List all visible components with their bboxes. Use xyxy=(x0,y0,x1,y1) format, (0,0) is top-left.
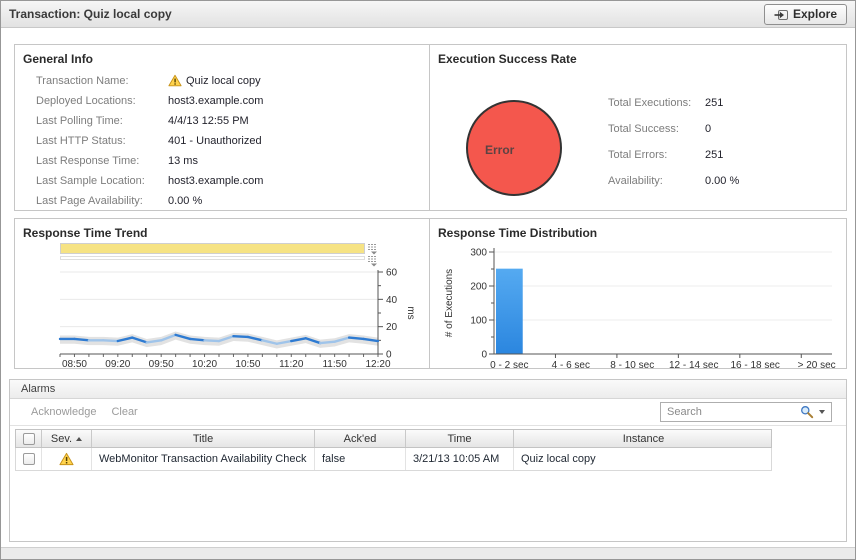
alarm-acked-cell: false xyxy=(315,448,406,470)
svg-text:0 - 2 sec: 0 - 2 sec xyxy=(490,360,528,371)
distribution-chart: 0 100 200 300 0 - 2 sec 4 - 6 sec 8 - 10 sec 12… xyxy=(438,244,838,376)
error-pie-chart: Error xyxy=(466,100,562,196)
select-all-checkbox[interactable] xyxy=(23,433,35,445)
stat-row: Total Errors:251 xyxy=(608,149,739,162)
svg-text:09:20: 09:20 xyxy=(105,359,130,370)
acknowledge-button[interactable]: Acknowledge xyxy=(31,406,96,418)
svg-text:40: 40 xyxy=(386,295,398,306)
column-header-severity[interactable]: Sev. xyxy=(42,430,92,447)
svg-text:0: 0 xyxy=(481,350,487,361)
svg-text:10:20: 10:20 xyxy=(192,359,217,370)
warning-icon xyxy=(168,74,182,87)
title-bar: Transaction: Quiz local copy Explore xyxy=(1,1,855,28)
svg-text:100: 100 xyxy=(470,316,487,327)
svg-text:8 - 10 sec: 8 - 10 sec xyxy=(610,360,654,371)
sort-ascending-icon xyxy=(76,437,82,441)
svg-text:12:20: 12:20 xyxy=(365,359,390,370)
alarms-wrap: Alarms Acknowledge Clear Sev. Title Ack'… xyxy=(1,369,855,542)
info-row: Last Page Availability:0.00 % xyxy=(36,194,421,207)
column-header-instance[interactable]: Instance xyxy=(514,430,773,447)
alarms-panel-title: Alarms xyxy=(10,380,846,399)
execution-success-panel: Execution Success Rate Error Total Execu… xyxy=(429,44,847,211)
column-header-title[interactable]: Title xyxy=(92,430,315,447)
response-time-trend-title: Response Time Trend xyxy=(23,226,421,240)
svg-text:60: 60 xyxy=(386,268,398,279)
stat-row: Availability:0.00 % xyxy=(608,175,739,188)
explore-button-label: Explore xyxy=(793,7,837,21)
svg-text:0: 0 xyxy=(386,350,392,361)
search-box xyxy=(660,402,832,422)
svg-text:12 - 14 sec: 12 - 14 sec xyxy=(669,360,718,371)
execution-success-title: Execution Success Rate xyxy=(438,52,838,66)
execution-stats: Total Executions:251 Total Success:0 Tot… xyxy=(608,97,739,201)
response-time-distribution-panel: Response Time Distribution 0 100 200 300 0 -… xyxy=(429,218,847,369)
svg-text:300: 300 xyxy=(470,248,487,259)
info-row-transaction-name: Transaction Name: Quiz local copy xyxy=(36,74,421,87)
explore-button[interactable]: Explore xyxy=(764,4,847,25)
column-header-acked[interactable]: Ack'ed xyxy=(315,430,406,447)
svg-text:200: 200 xyxy=(470,282,487,293)
info-row: Deployed Locations:host3.example.com xyxy=(36,94,421,107)
info-row: Last HTTP Status:401 - Unauthorized xyxy=(36,134,421,147)
explore-icon xyxy=(774,8,788,21)
svg-text:# of Executions: # of Executions xyxy=(444,269,455,337)
alarm-time-cell: 3/21/13 10:05 AM xyxy=(406,448,514,470)
trend-chart: 08:50 09:20 09:50 10:20 10:50 11:20 11:50 12:20… xyxy=(23,268,421,372)
svg-text:> 20 sec: > 20 sec xyxy=(798,360,836,371)
column-header-time[interactable]: Time xyxy=(406,430,514,447)
clear-button[interactable]: Clear xyxy=(111,406,137,418)
svg-text:16 - 18 sec: 16 - 18 sec xyxy=(730,360,779,371)
page-title: Transaction: Quiz local copy xyxy=(9,7,764,21)
pie-slice-label: Error xyxy=(485,143,514,157)
search-options-caret-icon[interactable] xyxy=(819,410,825,414)
window: Transaction: Quiz local copy Explore Gen… xyxy=(0,0,856,560)
alarms-table: Sev. Title Ack'ed Time Instance WebMonit… xyxy=(15,429,772,471)
stat-row: Total Success:0 xyxy=(608,123,739,136)
alarms-toolbar: Acknowledge Clear xyxy=(10,399,846,426)
general-info-title: General Info xyxy=(23,52,421,66)
select-all-header[interactable] xyxy=(16,430,42,447)
general-info-panel: General Info Transaction Name: Quiz loca… xyxy=(14,44,430,211)
secondary-band xyxy=(60,256,365,260)
svg-text:08:50: 08:50 xyxy=(62,359,87,370)
availability-band xyxy=(60,243,365,254)
alarm-instance-cell: Quiz local copy xyxy=(514,448,773,470)
search-input[interactable] xyxy=(661,406,800,418)
warning-severity-icon xyxy=(59,452,74,466)
svg-text:11:50: 11:50 xyxy=(322,359,347,370)
alarm-row[interactable]: WebMonitor Transaction Availability Chec… xyxy=(15,448,772,471)
row-checkbox[interactable] xyxy=(23,453,35,465)
general-info-rows: Transaction Name: Quiz local copy Deploy… xyxy=(36,74,421,207)
svg-text:10:50: 10:50 xyxy=(235,359,260,370)
status-bar xyxy=(1,547,855,559)
info-row: Last Response Time:13 ms xyxy=(36,154,421,167)
chart-options-icon[interactable] xyxy=(367,255,380,267)
dashboard-grid: General Info Transaction Name: Quiz loca… xyxy=(1,28,855,369)
svg-text:ms: ms xyxy=(405,306,416,319)
svg-text:11:20: 11:20 xyxy=(279,359,304,370)
stat-row: Total Executions:251 xyxy=(608,97,739,110)
svg-text:4 - 6 sec: 4 - 6 sec xyxy=(552,360,590,371)
search-icon[interactable] xyxy=(800,405,814,419)
alarms-panel: Alarms Acknowledge Clear Sev. Title Ack'… xyxy=(9,379,847,542)
info-row: Last Polling Time:4/4/13 12:55 PM xyxy=(36,114,421,127)
alarm-title-cell: WebMonitor Transaction Availability Chec… xyxy=(92,448,315,470)
info-value-text: Quiz local copy xyxy=(186,75,261,87)
chart-options-icon[interactable] xyxy=(367,243,380,255)
response-time-trend-panel: Response Time Trend 08:50 09:20 09:50 10:20… xyxy=(14,218,430,369)
trend-strips xyxy=(60,242,380,268)
alarms-table-header: Sev. Title Ack'ed Time Instance xyxy=(15,429,772,448)
svg-text:09:50: 09:50 xyxy=(149,359,174,370)
svg-text:20: 20 xyxy=(386,322,398,333)
response-time-distribution-title: Response Time Distribution xyxy=(438,226,838,240)
info-row: Last Sample Location:host3.example.com xyxy=(36,174,421,187)
